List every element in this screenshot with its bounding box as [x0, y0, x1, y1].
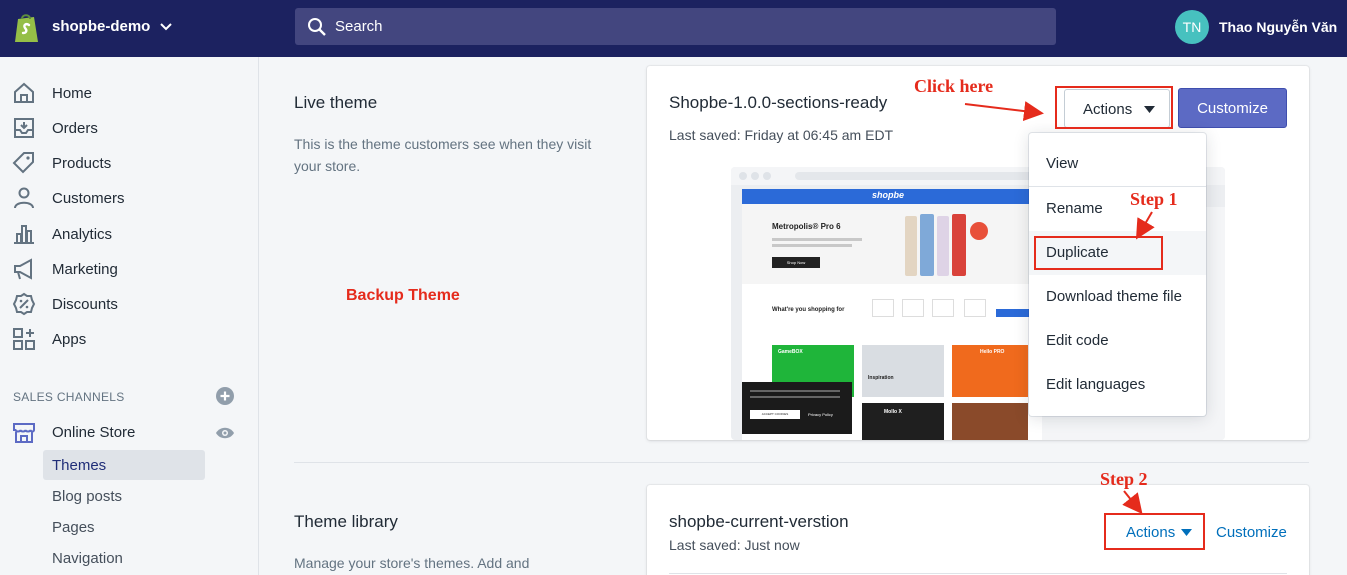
section-divider: [294, 462, 1309, 463]
bar-chart-icon: [14, 225, 34, 244]
sidebar-item-home[interactable]: Home: [0, 77, 259, 111]
annotation-click-here: Click here: [914, 76, 994, 96]
sidebar-item-products[interactable]: Products: [0, 147, 259, 181]
home-icon: [14, 82, 34, 103]
preview-tile-mollo: Mollo X: [862, 403, 944, 440]
sidebar-item-online-store[interactable]: Online Store: [0, 419, 259, 449]
annotation-box-duplicate: [1034, 236, 1163, 270]
preview-hero: Metropolis® Pro 6 Shop Now: [742, 204, 1042, 284]
actions-dropdown-menu: View Rename Duplicate Download theme fil…: [1029, 133, 1206, 416]
library-theme-card: shopbe-current-verstion Last saved: Just…: [647, 485, 1309, 575]
menu-item-label: Rename: [1046, 200, 1103, 217]
orders-icon: [14, 118, 34, 138]
live-customize-button[interactable]: Customize: [1178, 88, 1287, 128]
menu-item-edit-code[interactable]: Edit code: [1029, 319, 1206, 363]
sidebar-item-analytics[interactable]: Analytics: [0, 218, 259, 252]
sidebar-subitem-themes[interactable]: Themes: [43, 450, 205, 480]
top-bar: shopbe-demo Search TN Thao Nguyễn Văn: [0, 0, 1347, 57]
sidebar-subitem-label: Navigation: [52, 550, 123, 567]
preview-shop-now: Shop Now: [772, 257, 820, 268]
megaphone-icon: [14, 258, 32, 280]
person-icon: [14, 187, 34, 209]
preview-cookie-banner: ACCEPT COOKIES Privacy Policy: [742, 382, 852, 434]
menu-item-edit-languages[interactable]: Edit languages: [1029, 363, 1206, 407]
search-input[interactable]: Search: [295, 8, 1056, 45]
preview-logo: shopbe: [872, 190, 905, 200]
menu-item-label: Edit languages: [1046, 376, 1146, 393]
menu-item-download-theme-file[interactable]: Download theme file: [1029, 275, 1206, 319]
sidebar-subitem-label: Blog posts: [52, 488, 123, 505]
add-circle-icon[interactable]: [216, 387, 234, 405]
search-icon: [308, 18, 326, 36]
sidebar-item-label: Analytics: [52, 226, 113, 243]
sidebar-item-label: Products: [52, 155, 112, 172]
sidebar-item-customers[interactable]: Customers: [0, 182, 259, 216]
preview-tile-hello-pro: Hello PRO: [952, 345, 1028, 397]
sidebar-item-label: Online Store: [52, 424, 136, 441]
card-divider: [669, 573, 1287, 574]
annotation-step2: Step 2: [1100, 469, 1148, 489]
menu-item-label: Download theme file: [1046, 288, 1182, 305]
chevron-down-icon[interactable]: [158, 19, 174, 35]
sidebar-subitem-label: Pages: [52, 519, 95, 536]
store-icon: [13, 423, 35, 443]
sidebar: Home Orders Products Customers Analytics…: [0, 57, 259, 575]
sales-channels-heading: SALES CHANNELS: [13, 390, 125, 404]
store-name[interactable]: shopbe-demo: [52, 18, 150, 35]
preview-shopping-heading: What're you shopping for: [772, 307, 845, 313]
annotation-step1: Step 1: [1130, 189, 1178, 209]
sidebar-item-label: Orders: [52, 120, 98, 137]
preview-tile-inspiration: Inspiration: [862, 345, 944, 397]
user-name[interactable]: Thao Nguyễn Văn: [1219, 19, 1337, 35]
sidebar-subitem-navigation[interactable]: Navigation: [43, 543, 205, 573]
annotation-box-actions: [1055, 86, 1173, 129]
theme-name: Shopbe-1.0.0-sections-ready: [669, 93, 888, 112]
menu-item-label: Edit code: [1046, 332, 1109, 349]
theme-last-saved: Last saved: Just now: [669, 537, 800, 553]
theme-last-saved: Last saved: Friday at 06:45 am EDT: [669, 127, 894, 143]
sidebar-item-discounts[interactable]: Discounts: [0, 288, 259, 322]
sidebar-item-apps[interactable]: Apps: [0, 323, 259, 357]
tag-icon: [12, 152, 34, 174]
sidebar-item-label: Discounts: [52, 296, 118, 313]
discount-icon: [12, 292, 36, 316]
sidebar-item-marketing[interactable]: Marketing: [0, 253, 259, 287]
library-customize-link[interactable]: Customize: [1216, 524, 1287, 541]
preview-product-title: Metropolis® Pro 6: [772, 222, 841, 231]
preview-header: shopbe: [742, 189, 1042, 204]
apps-icon: [13, 328, 35, 350]
theme-name: shopbe-current-verstion: [669, 512, 849, 531]
avatar[interactable]: TN: [1175, 10, 1209, 44]
preview-page: shopbe Metropolis® Pro 6 Shop Now What'r…: [742, 189, 1042, 440]
sidebar-item-label: Apps: [52, 331, 87, 348]
menu-item-rename[interactable]: Rename: [1029, 187, 1206, 231]
theme-library-title: Theme library: [294, 512, 398, 531]
sidebar-subitem-label: Themes: [52, 457, 107, 474]
sidebar-item-label: Marketing: [52, 261, 118, 278]
annotation-backup-theme: Backup Theme: [346, 287, 460, 304]
theme-library-description: Manage your store's themes. Add and: [294, 555, 530, 571]
search-placeholder: Search: [335, 18, 383, 35]
live-theme-title: Live theme: [294, 93, 378, 112]
live-theme-description: This is the theme customers see when the…: [294, 136, 592, 174]
sidebar-subitem-pages[interactable]: Pages: [43, 512, 205, 542]
shopify-logo-icon[interactable]: [12, 12, 40, 44]
sidebar-item-label: Customers: [52, 190, 125, 207]
annotation-box-library-actions: [1104, 513, 1205, 550]
sidebar-subitem-blog-posts[interactable]: Blog posts: [43, 481, 205, 511]
menu-item-view[interactable]: View: [1029, 142, 1206, 186]
sidebar-item-orders[interactable]: Orders: [0, 112, 259, 146]
eye-icon[interactable]: [215, 424, 235, 442]
menu-item-label: View: [1046, 155, 1079, 172]
sidebar-item-label: Home: [52, 85, 93, 102]
